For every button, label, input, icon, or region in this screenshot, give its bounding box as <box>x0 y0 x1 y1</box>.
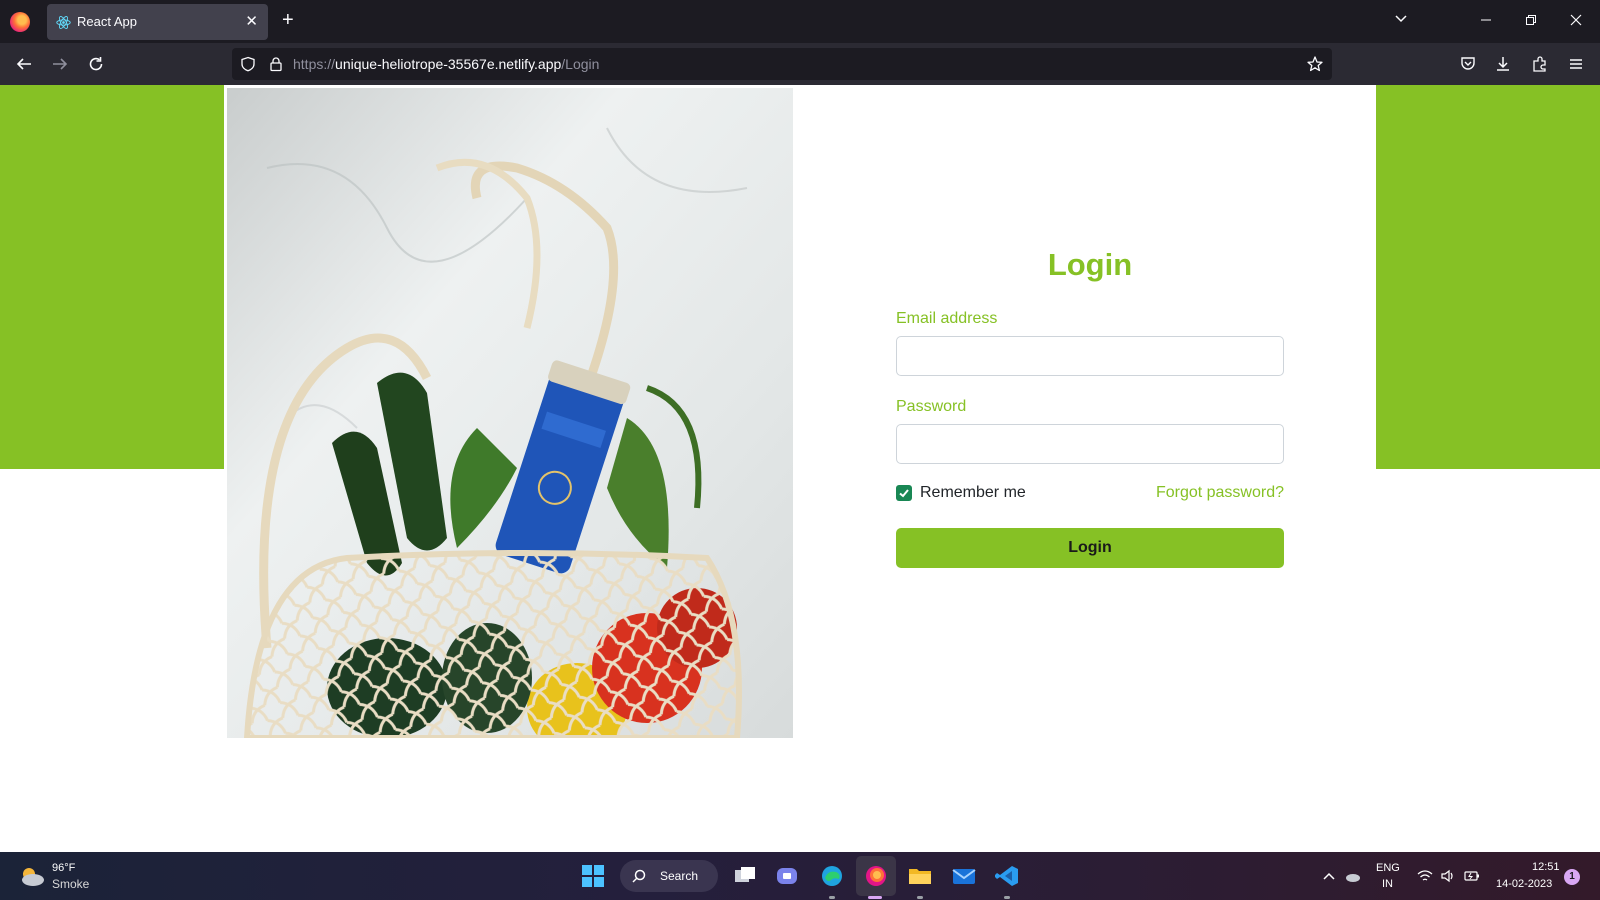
url-prefix: https:// <box>293 56 336 72</box>
password-label: Password <box>896 398 967 415</box>
download-icon[interactable] <box>1494 55 1512 73</box>
chevron-up-icon[interactable] <box>1321 868 1337 884</box>
running-indicator <box>1004 896 1010 899</box>
search-icon <box>632 869 646 883</box>
wifi-icon[interactable] <box>1417 868 1433 884</box>
running-indicator <box>917 896 923 899</box>
battery-icon[interactable] <box>1464 868 1480 884</box>
page-title: Login <box>1047 247 1133 282</box>
search-label: Search <box>660 869 699 883</box>
url-bar[interactable]: https://unique-heliotrope-35567e.netlify… <box>232 48 1332 80</box>
language-indicator[interactable]: ENG <box>1376 862 1400 874</box>
browser-tabbar: React App ✕ + <box>0 0 1600 43</box>
grocery-bag-photo <box>227 88 793 738</box>
grocery-bag-illustration <box>227 88 793 738</box>
email-field[interactable] <box>896 336 1284 376</box>
notification-badge[interactable]: 1 <box>1564 869 1580 885</box>
forgot-password-link[interactable]: Forgot password? <box>1156 484 1284 502</box>
browser-tab-active[interactable]: React App ✕ <box>47 4 268 40</box>
windows-start-icon[interactable] <box>582 865 604 887</box>
edge-browser-icon[interactable] <box>819 864 845 888</box>
teams-chat-icon[interactable] <box>775 864 801 888</box>
mail-icon[interactable] <box>951 864 977 888</box>
extensions-icon[interactable] <box>1531 55 1549 73</box>
pocket-icon[interactable] <box>1459 55 1477 73</box>
forward-arrow-icon[interactable] <box>51 55 69 73</box>
weather-condition[interactable]: Smoke <box>52 877 89 891</box>
react-logo-icon <box>56 16 71 29</box>
running-indicator-active <box>868 896 882 899</box>
region-indicator[interactable]: IN <box>1382 878 1393 890</box>
vscode-icon[interactable] <box>994 864 1020 888</box>
lock-icon[interactable] <box>268 56 284 72</box>
checkmark-icon <box>899 489 909 498</box>
firefox-logo-icon[interactable] <box>10 12 30 32</box>
minimize-icon[interactable] <box>1478 12 1494 28</box>
url-host: unique-heliotrope-35567e.netlify.app <box>335 56 562 72</box>
firefox-taskbar-icon[interactable] <box>863 864 889 888</box>
shield-icon[interactable] <box>240 56 256 72</box>
tab-close-icon[interactable]: ✕ <box>245 12 258 30</box>
remember-checkbox[interactable] <box>896 485 912 501</box>
weather-temperature[interactable]: 96°F <box>52 862 75 874</box>
menu-hamburger-icon[interactable] <box>1567 55 1585 73</box>
clock-time[interactable]: 12:51 <box>1532 861 1560 873</box>
windows-taskbar: 96°F Smoke Search ENG IN 12:51 14-02-202… <box>0 852 1600 900</box>
tab-title: React App <box>77 14 137 29</box>
weather-cloud-icon[interactable] <box>18 864 46 888</box>
browser-navbar: https://unique-heliotrope-35567e.netlify… <box>0 43 1600 85</box>
remember-row: Remember me Forgot password? <box>896 483 1284 505</box>
reload-icon[interactable] <box>87 55 105 73</box>
clock-date[interactable]: 14-02-2023 <box>1496 878 1552 890</box>
page-viewport: Login Email address Password Remember me… <box>0 85 1600 852</box>
url-text[interactable]: https://unique-heliotrope-35567e.netlify… <box>293 56 599 72</box>
bookmark-star-icon[interactable] <box>1306 55 1324 73</box>
login-card: Login Email address Password Remember me… <box>224 85 1376 852</box>
taskbar-search-button[interactable]: Search <box>620 860 718 892</box>
volume-icon[interactable] <box>1440 868 1456 884</box>
email-label: Email address <box>896 310 998 327</box>
back-arrow-icon[interactable] <box>15 55 33 73</box>
file-explorer-icon[interactable] <box>907 864 933 888</box>
new-tab-icon[interactable]: + <box>282 10 294 30</box>
running-indicator <box>829 896 835 899</box>
close-window-icon[interactable] <box>1568 12 1584 28</box>
password-field[interactable] <box>896 424 1284 464</box>
remember-label[interactable]: Remember me <box>920 484 1026 502</box>
restore-icon[interactable] <box>1523 12 1539 28</box>
url-path: /Login <box>561 56 600 72</box>
login-button[interactable]: Login <box>896 528 1284 568</box>
onedrive-cloud-icon[interactable] <box>1345 868 1361 884</box>
task-view-icon[interactable] <box>732 864 758 888</box>
chevron-down-icon[interactable] <box>1394 12 1408 26</box>
